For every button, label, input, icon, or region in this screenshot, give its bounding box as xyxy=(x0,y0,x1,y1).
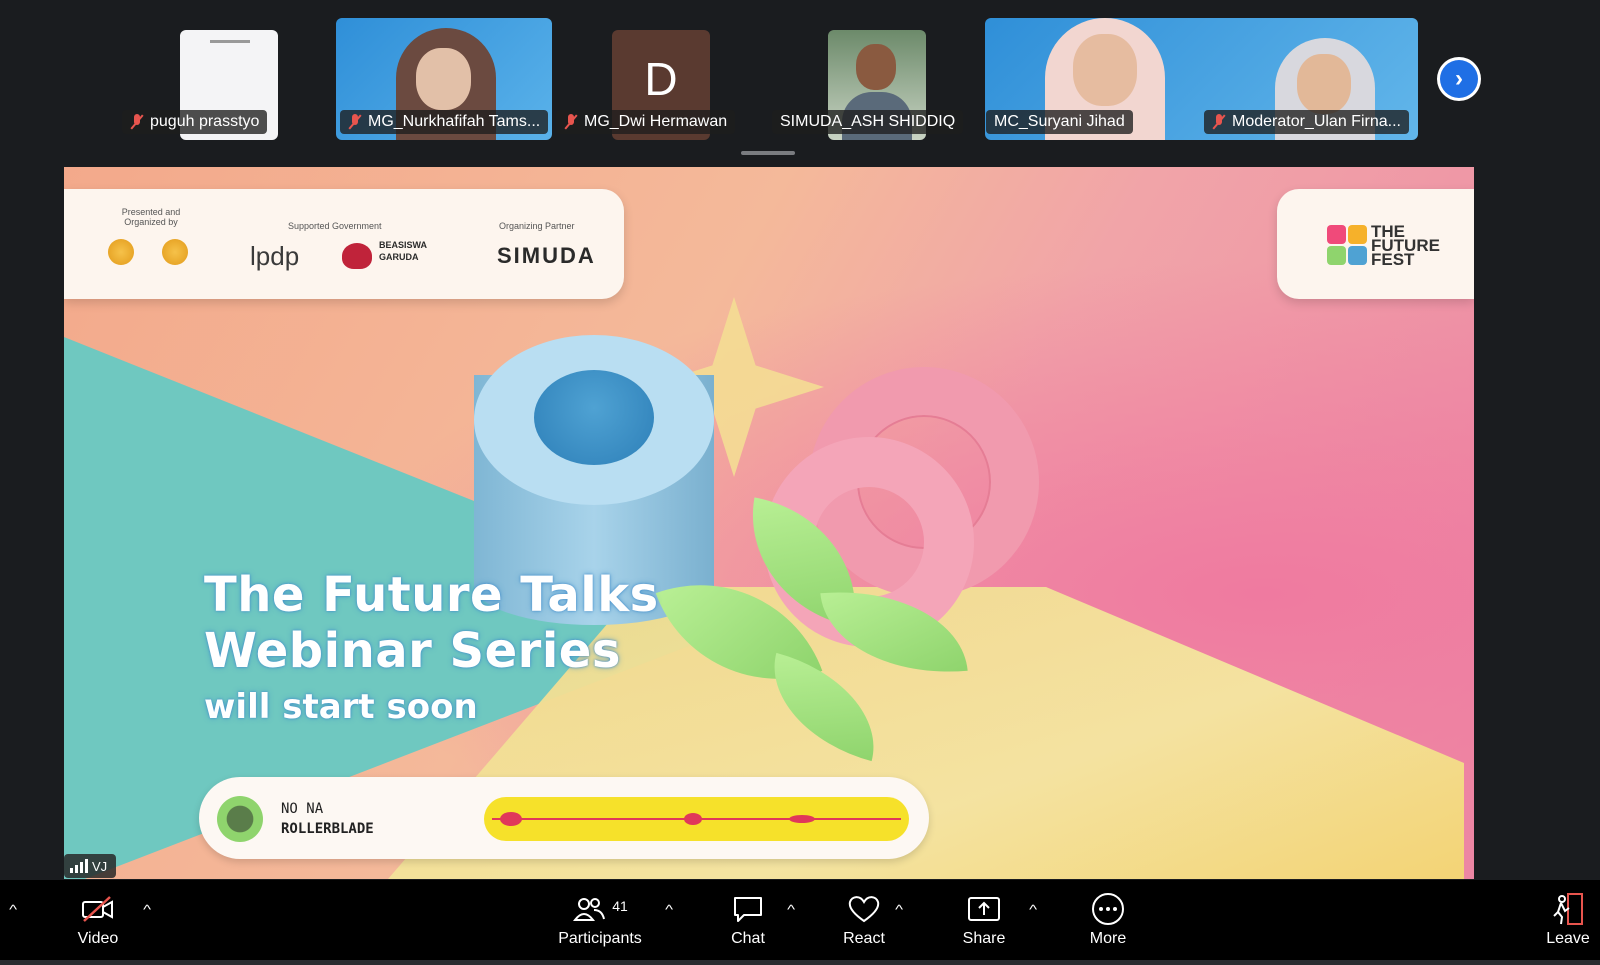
track-artist: NO NA xyxy=(281,801,324,817)
sun-logo-icon xyxy=(108,239,134,265)
headline-line-2: Webinar Series xyxy=(204,623,621,679)
track-title: ROLLERBLADE xyxy=(281,821,374,837)
more-label: More xyxy=(1089,930,1127,947)
simuda-logo: SIMUDA xyxy=(497,243,596,268)
participant-name: Moderator_Ulan Firna... xyxy=(1232,113,1401,130)
sun-logo-icon xyxy=(162,239,188,265)
music-player-bar: NO NA ROLLERBLADE xyxy=(199,777,929,859)
beasiswa-garuda-logo: BEASISWA GARUDA xyxy=(379,240,427,262)
shared-screen: Presented and Organized by Supported Gov… xyxy=(64,167,1474,879)
chat-button[interactable]: Chat xyxy=(718,880,778,960)
face xyxy=(1073,34,1137,106)
headline-line-1: The Future Talks xyxy=(204,567,659,623)
organizing-partner-label: Organizing Partner xyxy=(499,221,575,231)
chat-options-caret[interactable]: ^ xyxy=(787,902,795,917)
participant-name-tag: SIMUDA_ASH SHIDDIQ xyxy=(772,110,964,134)
participants-icon xyxy=(573,898,606,921)
face xyxy=(1297,54,1351,114)
audio-waveform xyxy=(484,797,909,841)
avatar-letter: D xyxy=(644,53,678,105)
participant-name: MG_Dwi Hermawan xyxy=(584,113,728,130)
future-fest-logo-panel: THE FUTURE FEST xyxy=(1277,189,1474,299)
react-label: React xyxy=(843,930,885,947)
garuda-emblem-icon xyxy=(342,243,372,269)
share-button[interactable]: Share xyxy=(954,880,1014,960)
participants-options-caret[interactable]: ^ xyxy=(665,902,673,917)
leave-icon xyxy=(1550,892,1586,926)
headline-line-3: will start soon xyxy=(204,687,478,727)
participant-gallery: puguh prasstyo MG_Nurkhafifah Tams... D … xyxy=(0,0,1600,155)
participant-name-tag: MG_Nurkhafifah Tams... xyxy=(340,110,549,134)
participant-name: puguh prasstyo xyxy=(150,113,260,130)
sponsor-logo-panel: Presented and Organized by Supported Gov… xyxy=(64,189,624,299)
participant-name-tag: Moderator_Ulan Firna... xyxy=(1204,110,1409,134)
chat-icon xyxy=(732,892,764,926)
audio-options-caret[interactable]: ^ xyxy=(9,902,17,917)
leave-label: Leave xyxy=(1546,930,1590,947)
lpdp-logo: lpdp xyxy=(250,241,300,271)
heart-icon xyxy=(847,892,881,926)
participants-label: Participants xyxy=(558,930,642,947)
gallery-resize-handle[interactable] xyxy=(741,151,795,155)
signal-label: VJ xyxy=(92,858,108,874)
supported-by-label: Supported Government xyxy=(288,221,382,231)
participants-button[interactable]: 41 Participants xyxy=(552,880,648,960)
participant-name-tag: MC_Suryani Jihad xyxy=(986,110,1133,134)
mic-muted-icon xyxy=(564,114,578,130)
more-icon xyxy=(1091,892,1125,926)
mic-muted-icon xyxy=(130,114,144,130)
participant-name-tag: MG_Dwi Hermawan xyxy=(556,110,736,134)
share-screen-icon xyxy=(967,892,1001,926)
meeting-window: puguh prasstyo MG_Nurkhafifah Tams... D … xyxy=(0,0,1600,965)
react-options-caret[interactable]: ^ xyxy=(895,902,903,917)
presented-by-label: Presented and Organized by xyxy=(121,207,181,227)
screen-thumbnail xyxy=(210,40,250,43)
video-label: Video xyxy=(77,930,119,947)
participants-count: 41 xyxy=(612,898,628,914)
participant-name: MG_Nurkhafifah Tams... xyxy=(368,113,541,130)
future-fest-wordmark: THE FUTURE FEST xyxy=(1371,222,1440,269)
react-button[interactable]: React xyxy=(834,880,894,960)
album-art xyxy=(217,796,263,842)
track-info: NO NA ROLLERBLADE xyxy=(281,799,374,839)
participant-name: SIMUDA_ASH SHIDDIQ xyxy=(780,113,956,130)
future-fest-logo-icon xyxy=(1327,225,1367,265)
participant-name: MC_Suryani Jihad xyxy=(994,113,1125,130)
video-button[interactable]: Video xyxy=(68,880,128,960)
more-button[interactable]: More xyxy=(1078,880,1138,960)
video-off-icon xyxy=(80,892,116,926)
chat-label: Chat xyxy=(731,930,765,947)
connection-quality-indicator[interactable]: VJ xyxy=(64,854,116,878)
webinar-headline: The Future Talks Webinar Series will sta… xyxy=(204,567,659,729)
mic-muted-icon xyxy=(1212,114,1226,130)
participant-name-tag: puguh prasstyo xyxy=(122,110,268,134)
meeting-toolbar: ^ Video ^ 41 Participants ^ Chat ^ React… xyxy=(0,880,1600,960)
gallery-next-button[interactable]: › xyxy=(1437,57,1481,101)
window-bottom-edge xyxy=(0,960,1600,965)
signal-bars-icon xyxy=(70,859,88,873)
face xyxy=(416,48,471,110)
face xyxy=(856,44,896,90)
video-options-caret[interactable]: ^ xyxy=(143,902,151,917)
share-options-caret[interactable]: ^ xyxy=(1029,902,1037,917)
participants-icon-wrap: 41 xyxy=(572,892,628,926)
chevron-right-icon: › xyxy=(1440,60,1478,98)
leave-button[interactable]: Leave xyxy=(1540,880,1596,960)
mic-muted-icon xyxy=(348,114,362,130)
share-label: Share xyxy=(962,930,1006,947)
